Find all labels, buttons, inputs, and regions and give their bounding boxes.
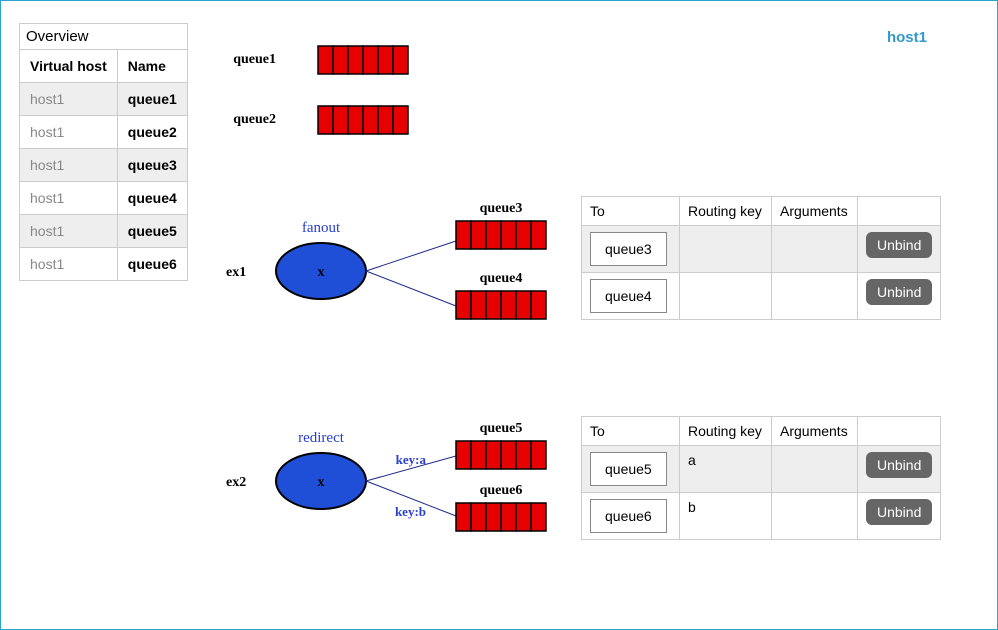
bindings-col-arguments: Arguments (772, 417, 858, 446)
table-row: queue4 Unbind (582, 273, 941, 320)
overview-col-name: Name (117, 50, 187, 83)
bindings-col-action (858, 417, 941, 446)
overview-cell-name[interactable]: queue5 (117, 215, 187, 248)
unbind-button[interactable]: Unbind (866, 499, 932, 525)
standalone-queues-diagram: queue1 queue2 (226, 41, 446, 161)
table-row: queue3 Unbind (582, 226, 941, 273)
queue-icon (456, 503, 546, 531)
overview-cell-name[interactable]: queue1 (117, 83, 187, 116)
unbind-button[interactable]: Unbind (866, 452, 932, 478)
queue-icon (456, 221, 546, 249)
bindings-col-to: To (582, 197, 680, 226)
exchange-label: ex1 (226, 265, 246, 280)
overview-cell-vhost: host1 (20, 116, 118, 149)
table-row: queue5 a Unbind (582, 446, 941, 493)
binding-line (366, 271, 456, 306)
ex1-diagram: ex1 x fanout queue3 queue4 (226, 196, 566, 336)
binding-arguments (772, 493, 858, 540)
queue-label: queue6 (480, 483, 523, 498)
queue-label: queue2 (233, 112, 276, 127)
overview-cell-name[interactable]: queue3 (117, 149, 187, 182)
overview-cell-vhost: host1 (20, 248, 118, 281)
table-row: queue6 b Unbind (582, 493, 941, 540)
queue-label: queue4 (480, 271, 523, 286)
exchange-label: ex2 (226, 475, 246, 490)
exchange-x-char: x (318, 475, 325, 490)
unbind-button[interactable]: Unbind (866, 279, 932, 305)
bindings-col-arguments: Arguments (772, 197, 858, 226)
table-row: host1 queue5 (20, 215, 188, 248)
overview-cell-vhost: host1 (20, 149, 118, 182)
overview-cell-name[interactable]: queue4 (117, 182, 187, 215)
queue-label: queue5 (480, 421, 523, 436)
bindings-table-ex1: To Routing key Arguments queue3 Unbind q… (581, 196, 941, 320)
overview-col-vhost: Virtual host (20, 50, 118, 83)
overview-cell-vhost: host1 (20, 83, 118, 116)
queue-icon (456, 291, 546, 319)
overview-cell-vhost: host1 (20, 182, 118, 215)
binding-queue-link[interactable]: queue4 (590, 279, 667, 313)
table-row: host1 queue1 (20, 83, 188, 116)
queue-label: queue3 (480, 201, 523, 216)
host-label: host1 (887, 29, 927, 46)
bindings-table-ex2: To Routing key Arguments queue5 a Unbind… (581, 416, 941, 540)
table-row: host1 queue2 (20, 116, 188, 149)
binding-routing-key: b (680, 493, 772, 540)
table-row: host1 queue3 (20, 149, 188, 182)
queue-icon (318, 106, 408, 134)
bindings-col-to: To (582, 417, 680, 446)
bindings-col-routingkey: Routing key (680, 197, 772, 226)
binding-arguments (772, 226, 858, 273)
queue-icon (456, 441, 546, 469)
table-row: host1 queue4 (20, 182, 188, 215)
exchange-type-label: redirect (298, 430, 345, 446)
binding-routing-key (680, 226, 772, 273)
overview-table: Overview Virtual host Name host1 queue1 … (19, 23, 188, 281)
binding-queue-link[interactable]: queue6 (590, 499, 667, 533)
binding-routing-key: a (680, 446, 772, 493)
routing-key-label: key:b (395, 504, 426, 519)
exchange-type-label: fanout (302, 220, 341, 236)
queue-label: queue1 (233, 52, 276, 67)
overview-cell-vhost: host1 (20, 215, 118, 248)
unbind-button[interactable]: Unbind (866, 232, 932, 258)
binding-routing-key (680, 273, 772, 320)
page-frame: host1 Overview Virtual host Name host1 q… (0, 0, 998, 630)
exchange-x-char: x (318, 265, 325, 280)
bindings-col-routingkey: Routing key (680, 417, 772, 446)
bindings-col-action (858, 197, 941, 226)
table-row: host1 queue6 (20, 248, 188, 281)
binding-line (366, 241, 456, 271)
overview-cell-name[interactable]: queue2 (117, 116, 187, 149)
overview-cell-name[interactable]: queue6 (117, 248, 187, 281)
binding-queue-link[interactable]: queue5 (590, 452, 667, 486)
overview-title: Overview (20, 24, 188, 50)
ex2-diagram: ex2 x redirect key:a key:b queue5 queue6 (226, 416, 566, 556)
binding-arguments (772, 273, 858, 320)
queue-icon (318, 46, 408, 74)
binding-queue-link[interactable]: queue3 (590, 232, 667, 266)
binding-arguments (772, 446, 858, 493)
routing-key-label: key:a (396, 452, 427, 467)
